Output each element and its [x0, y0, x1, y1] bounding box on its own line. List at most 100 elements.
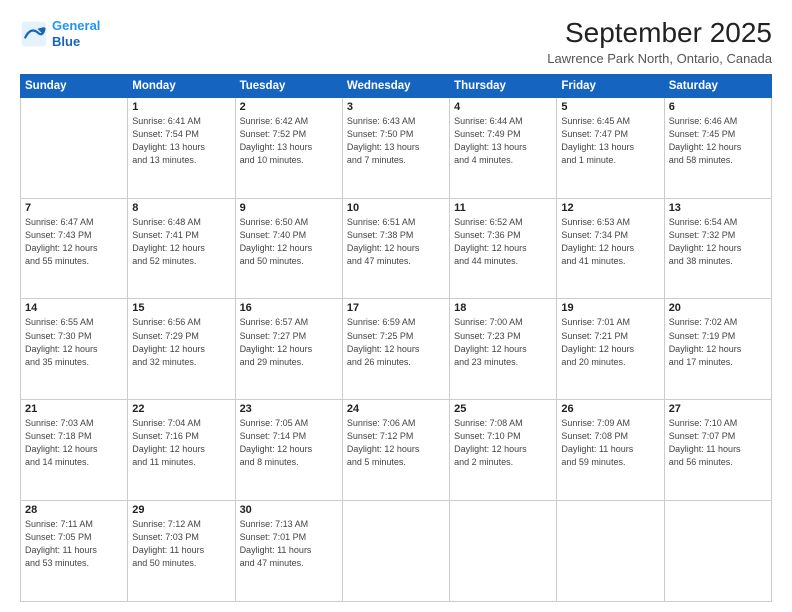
location: Lawrence Park North, Ontario, Canada — [547, 51, 772, 66]
day-number: 30 — [240, 504, 338, 516]
day-info: Sunrise: 7:06 AM Sunset: 7:12 PM Dayligh… — [347, 417, 445, 469]
day-number: 10 — [347, 202, 445, 214]
day-number: 18 — [454, 302, 552, 314]
day-info: Sunrise: 7:02 AM Sunset: 7:19 PM Dayligh… — [669, 316, 767, 368]
day-number: 21 — [25, 403, 123, 415]
table-row — [664, 501, 771, 602]
day-number: 14 — [25, 302, 123, 314]
table-row: 3Sunrise: 6:43 AM Sunset: 7:50 PM Daylig… — [342, 97, 449, 198]
table-row: 16Sunrise: 6:57 AM Sunset: 7:27 PM Dayli… — [235, 299, 342, 400]
table-row: 9Sunrise: 6:50 AM Sunset: 7:40 PM Daylig… — [235, 198, 342, 299]
day-number: 5 — [561, 101, 659, 113]
day-info: Sunrise: 6:51 AM Sunset: 7:38 PM Dayligh… — [347, 216, 445, 268]
col-friday: Friday — [557, 74, 664, 97]
day-number: 15 — [132, 302, 230, 314]
table-row: 28Sunrise: 7:11 AM Sunset: 7:05 PM Dayli… — [21, 501, 128, 602]
table-row: 12 Sunrise: 6:53 AM Sunset: 7:34 PM Dayli… — [557, 198, 664, 299]
table-row: 23 Sunrise: 7:05 AM Sunset: 7:14 PM Dayli… — [235, 400, 342, 501]
table-row: 15 Sunrise: 6:56 AM Sunset: 7:29 PM Dayli… — [128, 299, 235, 400]
calendar-week-3: 14 Sunrise: 6:55 AM Sunset: 7:30 PM Dayli… — [21, 299, 772, 400]
day-number: 13 — [669, 202, 767, 214]
day-info: Sunrise: 7:01 AM Sunset: 7:21 PM Dayligh… — [561, 316, 659, 368]
day-info: Sunrise: 6:47 AM Sunset: 7:43 PM Dayligh… — [25, 216, 123, 268]
table-row: 18 Sunrise: 7:00 AM Sunset: 7:23 PM Dayli… — [450, 299, 557, 400]
table-row: 2 Sunrise: 6:42 AM Sunset: 7:52 PM Daylig… — [235, 97, 342, 198]
table-row: 4 Sunrise: 6:44 AM Sunset: 7:49 PM Daylig… — [450, 97, 557, 198]
day-number: 29 — [132, 504, 230, 516]
day-info: Sunrise: 6:45 AM Sunset: 7:47 PM Dayligh… — [561, 115, 659, 167]
day-info: Sunrise: 7:03 AM Sunset: 7:18 PM Dayligh… — [25, 417, 123, 469]
day-info: Sunrise: 6:57 AM Sunset: 7:27 PM Dayligh… — [240, 316, 338, 368]
table-row: 21 Sunrise: 7:03 AM Sunset: 7:18 PM Dayli… — [21, 400, 128, 501]
table-row: 27 Sunrise: 7:10 AM Sunset: 7:07 PM Dayli… — [664, 400, 771, 501]
day-number: 19 — [561, 302, 659, 314]
day-number: 28 — [25, 504, 123, 516]
day-number: 2 — [240, 101, 338, 113]
logo-line1: General — [52, 18, 100, 33]
day-info: Sunrise: 6:52 AM Sunset: 7:36 PM Dayligh… — [454, 216, 552, 268]
table-row: 24 Sunrise: 7:06 AM Sunset: 7:12 PM Dayli… — [342, 400, 449, 501]
logo-text: General Blue — [52, 18, 100, 49]
header: General Blue September 2025 Lawrence Par… — [20, 18, 772, 66]
logo-line2: Blue — [52, 34, 80, 49]
day-info: Sunrise: 6:46 AM Sunset: 7:45 PM Dayligh… — [669, 115, 767, 167]
calendar-week-4: 21 Sunrise: 7:03 AM Sunset: 7:18 PM Dayli… — [21, 400, 772, 501]
day-number: 6 — [669, 101, 767, 113]
day-info: Sunrise: 7:00 AM Sunset: 7:23 PM Dayligh… — [454, 316, 552, 368]
table-row: 17 Sunrise: 6:59 AM Sunset: 7:25 PM Dayli… — [342, 299, 449, 400]
logo: General Blue — [20, 18, 100, 49]
calendar-week-1: 1 Sunrise: 6:41 AM Sunset: 7:54 PM Daylig… — [21, 97, 772, 198]
table-row — [342, 501, 449, 602]
day-number: 20 — [669, 302, 767, 314]
day-info: Sunrise: 6:53 AM Sunset: 7:34 PM Dayligh… — [561, 216, 659, 268]
day-number: 17 — [347, 302, 445, 314]
day-number: 27 — [669, 403, 767, 415]
page: General Blue September 2025 Lawrence Par… — [0, 0, 792, 612]
calendar-week-5: 28Sunrise: 7:11 AM Sunset: 7:05 PM Dayli… — [21, 501, 772, 602]
table-row: 5 Sunrise: 6:45 AM Sunset: 7:47 PM Daylig… — [557, 97, 664, 198]
table-row — [21, 97, 128, 198]
calendar-header-row: Sunday Monday Tuesday Wednesday Thursday… — [21, 74, 772, 97]
table-row: 8Sunrise: 6:48 AM Sunset: 7:41 PM Daylig… — [128, 198, 235, 299]
day-number: 1 — [132, 101, 230, 113]
day-info: Sunrise: 6:43 AM Sunset: 7:50 PM Dayligh… — [347, 115, 445, 167]
day-info: Sunrise: 7:09 AM Sunset: 7:08 PM Dayligh… — [561, 417, 659, 469]
day-info: Sunrise: 7:13 AM Sunset: 7:01 PM Dayligh… — [240, 518, 338, 570]
table-row: 19 Sunrise: 7:01 AM Sunset: 7:21 PM Dayli… — [557, 299, 664, 400]
day-number: 9 — [240, 202, 338, 214]
table-row: 11Sunrise: 6:52 AM Sunset: 7:36 PM Dayli… — [450, 198, 557, 299]
col-tuesday: Tuesday — [235, 74, 342, 97]
table-row: 29Sunrise: 7:12 AM Sunset: 7:03 PM Dayli… — [128, 501, 235, 602]
day-info: Sunrise: 6:59 AM Sunset: 7:25 PM Dayligh… — [347, 316, 445, 368]
table-row: 10 Sunrise: 6:51 AM Sunset: 7:38 PM Dayli… — [342, 198, 449, 299]
table-row: 22Sunrise: 7:04 AM Sunset: 7:16 PM Dayli… — [128, 400, 235, 501]
table-row: 1 Sunrise: 6:41 AM Sunset: 7:54 PM Daylig… — [128, 97, 235, 198]
day-number: 24 — [347, 403, 445, 415]
day-number: 4 — [454, 101, 552, 113]
day-number: 12 — [561, 202, 659, 214]
table-row — [450, 501, 557, 602]
day-info: Sunrise: 6:44 AM Sunset: 7:49 PM Dayligh… — [454, 115, 552, 167]
table-row — [557, 501, 664, 602]
table-row: 13 Sunrise: 6:54 AM Sunset: 7:32 PM Dayli… — [664, 198, 771, 299]
col-wednesday: Wednesday — [342, 74, 449, 97]
day-info: Sunrise: 6:54 AM Sunset: 7:32 PM Dayligh… — [669, 216, 767, 268]
day-number: 23 — [240, 403, 338, 415]
table-row: 20 Sunrise: 7:02 AM Sunset: 7:19 PM Dayli… — [664, 299, 771, 400]
table-row: 25Sunrise: 7:08 AM Sunset: 7:10 PM Dayli… — [450, 400, 557, 501]
day-info: Sunrise: 6:41 AM Sunset: 7:54 PM Dayligh… — [132, 115, 230, 167]
table-row: 26 Sunrise: 7:09 AM Sunset: 7:08 PM Dayli… — [557, 400, 664, 501]
table-row: 7 Sunrise: 6:47 AM Sunset: 7:43 PM Daylig… — [21, 198, 128, 299]
day-info: Sunrise: 7:04 AM Sunset: 7:16 PM Dayligh… — [132, 417, 230, 469]
day-info: Sunrise: 6:56 AM Sunset: 7:29 PM Dayligh… — [132, 316, 230, 368]
day-info: Sunrise: 6:55 AM Sunset: 7:30 PM Dayligh… — [25, 316, 123, 368]
col-thursday: Thursday — [450, 74, 557, 97]
day-number: 26 — [561, 403, 659, 415]
month-title: September 2025 — [547, 18, 772, 49]
day-info: Sunrise: 7:05 AM Sunset: 7:14 PM Dayligh… — [240, 417, 338, 469]
day-info: Sunrise: 7:10 AM Sunset: 7:07 PM Dayligh… — [669, 417, 767, 469]
day-info: Sunrise: 6:42 AM Sunset: 7:52 PM Dayligh… — [240, 115, 338, 167]
day-info: Sunrise: 6:48 AM Sunset: 7:41 PM Dayligh… — [132, 216, 230, 268]
day-number: 7 — [25, 202, 123, 214]
logo-icon — [20, 20, 48, 48]
